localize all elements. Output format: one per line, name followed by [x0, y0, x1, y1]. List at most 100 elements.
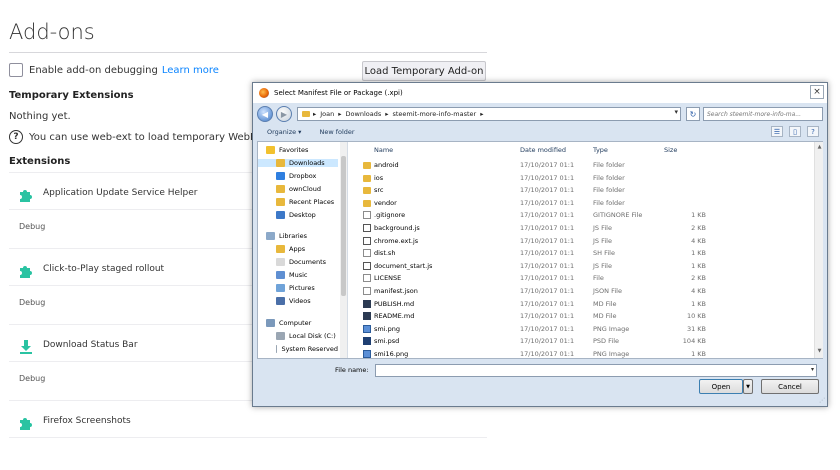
preview-pane-icon[interactable]: ▯	[789, 126, 801, 137]
column-header-name[interactable]: Name	[374, 146, 393, 154]
chevron-down-icon[interactable]: ▾	[674, 108, 678, 116]
view-options-icon[interactable]: ☰	[771, 126, 783, 137]
file-row[interactable]: smi.psd 17/10/2017 01:1 PSD File 104 KB	[350, 335, 814, 348]
file-name: smi.png	[374, 324, 400, 333]
nav-item[interactable]: Downloads	[258, 159, 338, 167]
firefox-icon	[259, 88, 269, 98]
file-row[interactable]: document_start.js 17/10/2017 01:1 JS File 1…	[350, 260, 814, 273]
file-name: LICENSE	[374, 274, 402, 283]
nav-item-label: Desktop	[289, 211, 316, 219]
address-row: ◀ ▶ ▸ Joan ▸ Downloads ▸ steemit-more-in…	[257, 106, 823, 122]
nothing-yet-text: Nothing yet.	[9, 111, 71, 122]
breadcrumb-segment[interactable]: steemit-more-info-master	[393, 110, 477, 118]
file-row[interactable]: dist.sh 17/10/2017 01:1 SH File 1 KB	[350, 247, 814, 260]
folder-icon	[363, 199, 371, 207]
learn-more-link[interactable]: Learn more	[162, 65, 219, 76]
puzzle-icon	[18, 187, 34, 203]
breadcrumb-segment[interactable]: Downloads	[346, 110, 382, 118]
file-row[interactable]: android 17/10/2017 01:1 File folder	[350, 159, 814, 172]
address-bar[interactable]: ▸ Joan ▸ Downloads ▸ steemit-more-info-m…	[297, 107, 681, 121]
back-button[interactable]: ◀	[257, 106, 273, 122]
file-type: PNG Image	[593, 350, 630, 358]
nav-item[interactable]: Music	[258, 271, 338, 279]
file-row[interactable]: src 17/10/2017 01:1 File folder	[350, 184, 814, 197]
nav-item-label: Dropbox	[289, 172, 317, 180]
cancel-button[interactable]: Cancel	[761, 379, 819, 394]
file-size: 1 KB	[691, 350, 706, 358]
load-temporary-addon-button[interactable]: Load Temporary Add-on	[362, 61, 486, 81]
music-icon	[276, 271, 285, 279]
search-input[interactable]: Search steemit-more-info-ma...	[703, 107, 823, 121]
extension-debug-link[interactable]: Debug	[19, 374, 45, 383]
file-name: PUBLISH.md	[374, 299, 415, 308]
file-row[interactable]: background.js 17/10/2017 01:1 JS File 2 KB	[350, 222, 814, 235]
resize-grip-icon[interactable]: ⋰	[819, 397, 825, 404]
folder-icon	[363, 174, 371, 182]
nav-item[interactable]: Documents	[258, 258, 338, 266]
file-type: File folder	[593, 161, 625, 169]
star-icon	[266, 146, 275, 154]
extension-name: Application Update Service Helper	[43, 188, 198, 198]
file-date: 17/10/2017 01:1	[520, 274, 575, 283]
open-dropdown-button[interactable]: ▼	[743, 379, 753, 394]
file-list-scrollbar[interactable]: ▲ ▼	[814, 142, 823, 358]
desktop-icon	[276, 211, 285, 219]
debugging-checkbox[interactable]	[9, 63, 23, 77]
nav-item[interactable]: Dropbox	[258, 172, 338, 180]
scroll-up-icon[interactable]: ▲	[816, 144, 823, 152]
breadcrumb-segment[interactable]: Joan	[320, 110, 334, 118]
file-row[interactable]: chrome.ext.js 17/10/2017 01:1 JS File 4 KB	[350, 235, 814, 248]
dialog-titlebar[interactable]: Select Manifest File or Package (.xpi) ×	[253, 83, 827, 103]
file-type: File folder	[593, 186, 625, 195]
nav-item[interactable]: System Reserved	[258, 345, 338, 353]
nav-item[interactable]: Computer	[258, 319, 338, 327]
nav-item[interactable]: Libraries	[258, 232, 338, 240]
nav-item[interactable]: Pictures	[258, 284, 338, 292]
nav-item[interactable]: Favorites	[258, 146, 338, 154]
debugging-label: Enable add-on debugging	[29, 64, 158, 76]
file-row[interactable]: smi16.png 17/10/2017 01:1 PNG Image 1 KB	[350, 348, 814, 358]
scroll-down-icon[interactable]: ▼	[816, 348, 823, 356]
file-size: 2 KB	[691, 224, 706, 232]
nav-item[interactable]: Recent Places	[258, 198, 338, 206]
extension-debug-link[interactable]: Debug	[19, 298, 45, 307]
nav-item-label: ownCloud	[289, 185, 321, 193]
file-row[interactable]: vendor 17/10/2017 01:1 File folder	[350, 197, 814, 210]
file-date: 17/10/2017 01:1	[520, 324, 575, 333]
file-type: File folder	[593, 173, 625, 182]
file-name: android	[374, 161, 399, 169]
file-date: 17/10/2017 01:1	[520, 287, 575, 295]
column-header-date[interactable]: Date modified	[520, 146, 566, 154]
close-button[interactable]: ×	[810, 85, 824, 99]
file-row[interactable]: ios 17/10/2017 01:1 File folder	[350, 172, 814, 185]
chevron-down-icon[interactable]: ▾	[811, 366, 814, 373]
file-row[interactable]: PUBLISH.md 17/10/2017 01:1 MD File 1 KB	[350, 298, 814, 311]
folder-icon	[276, 185, 285, 193]
nav-item[interactable]: Desktop	[258, 211, 338, 219]
organize-menu[interactable]: Organize ▾	[267, 128, 301, 136]
nav-item[interactable]: Videos	[258, 297, 338, 305]
navigation-scrollbar[interactable]	[340, 142, 347, 358]
new-folder-button[interactable]: New folder	[319, 128, 354, 136]
extension-name: Firefox Screenshots	[43, 416, 131, 426]
file-row[interactable]: README.md 17/10/2017 01:1 MD File 10 KB	[350, 310, 814, 323]
column-header-size[interactable]: Size	[664, 146, 677, 154]
file-name-input[interactable]: ▾	[375, 364, 817, 377]
nav-item[interactable]: Local Disk (C:)	[258, 332, 338, 340]
dialog-title: Select Manifest File or Package (.xpi)	[274, 89, 403, 97]
help-icon[interactable]: ?	[807, 126, 819, 137]
file-row[interactable]: smi.png 17/10/2017 01:1 PNG Image 31 KB	[350, 323, 814, 336]
file-row[interactable]: .gitignore 17/10/2017 01:1 GITIGNORE File 1…	[350, 209, 814, 222]
nav-item[interactable]: Apps	[258, 245, 338, 253]
refresh-button[interactable]: ↻	[686, 107, 700, 121]
extension-debug-link[interactable]: Debug	[19, 222, 45, 231]
videos-icon	[276, 297, 285, 305]
file-row[interactable]: manifest.json 17/10/2017 01:1 JSON File 4 K…	[350, 285, 814, 298]
forward-button[interactable]: ▶	[276, 106, 292, 122]
documents-icon	[276, 258, 285, 266]
file-size: 1 KB	[691, 261, 706, 270]
nav-item[interactable]: ownCloud	[258, 185, 338, 193]
column-header-type[interactable]: Type	[593, 146, 608, 154]
file-row[interactable]: LICENSE 17/10/2017 01:1 File 2 KB	[350, 272, 814, 285]
open-button[interactable]: Open	[699, 379, 743, 394]
